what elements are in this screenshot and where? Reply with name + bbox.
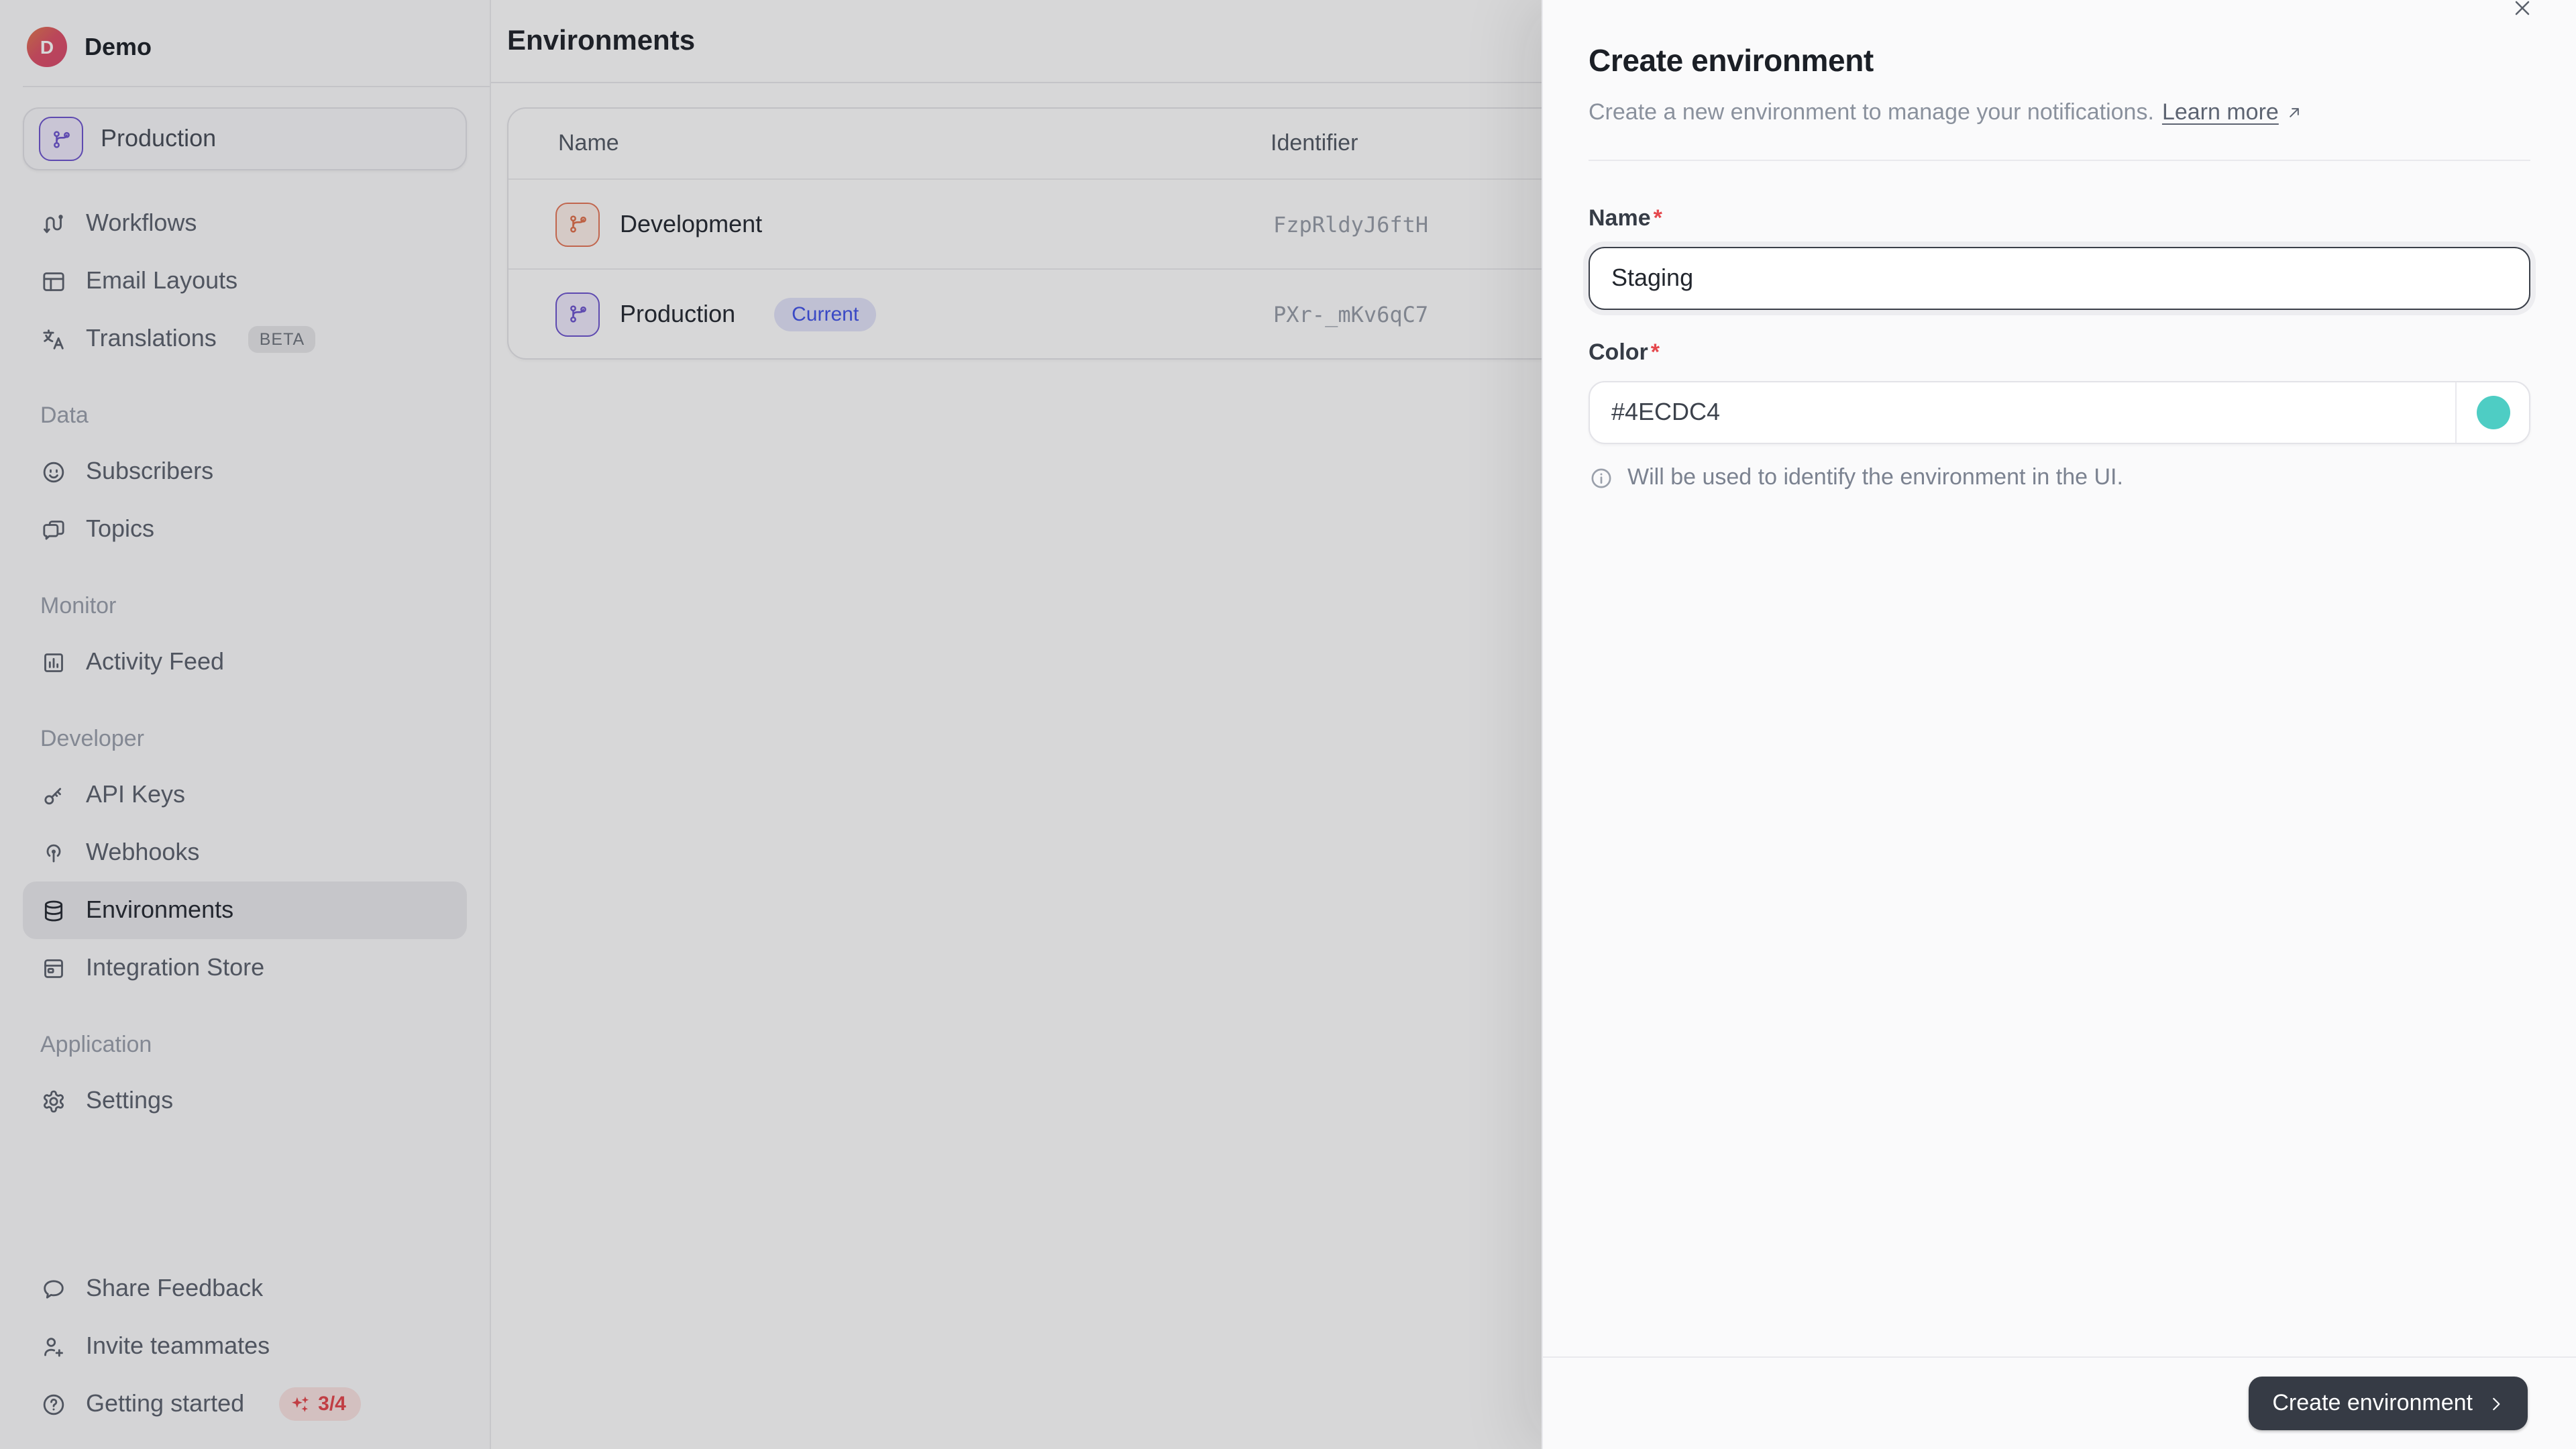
color-input[interactable]: #4ECDC4 (1589, 381, 2530, 444)
drawer-subtitle: Create a new environment to manage your … (1589, 99, 2530, 126)
close-button[interactable] (2504, 0, 2541, 27)
color-label-text: Color (1589, 339, 1648, 365)
close-icon (2510, 0, 2534, 20)
learn-more-label: Learn more (2162, 99, 2279, 126)
create-environment-drawer: Create environment Create a new environm… (1543, 0, 2576, 1449)
required-asterisk: * (1654, 205, 1662, 231)
name-label-text: Name (1589, 205, 1651, 231)
create-environment-button-label: Create environment (2272, 1390, 2473, 1417)
required-asterisk: * (1651, 339, 1660, 365)
drawer-header: Create environment Create a new environm… (1543, 0, 2576, 161)
learn-more-link[interactable]: Learn more (2162, 99, 2304, 126)
create-environment-form: Name* Color* #4ECDC4 Will be used to ide… (1543, 161, 2576, 1356)
name-input[interactable] (1589, 247, 2530, 310)
color-swatch (2476, 396, 2510, 429)
color-helper: Will be used to identify the environment… (1589, 464, 2530, 491)
drawer-footer: Create environment (1543, 1356, 2576, 1449)
divider (1589, 160, 2530, 161)
color-value[interactable]: #4ECDC4 (1590, 382, 2455, 443)
drawer-title: Create environment (1589, 43, 2530, 79)
color-swatch-button[interactable] (2455, 382, 2529, 443)
drawer-subtitle-text: Create a new environment to manage your … (1589, 99, 2154, 126)
create-environment-button[interactable]: Create environment (2248, 1377, 2528, 1430)
color-helper-text: Will be used to identify the environment… (1627, 464, 2123, 491)
chevron-right-icon (2486, 1393, 2506, 1413)
name-label: Name* (1589, 205, 2530, 232)
info-icon (1589, 465, 1614, 490)
color-label: Color* (1589, 339, 2530, 366)
arrow-up-right-icon (2286, 103, 2304, 122)
